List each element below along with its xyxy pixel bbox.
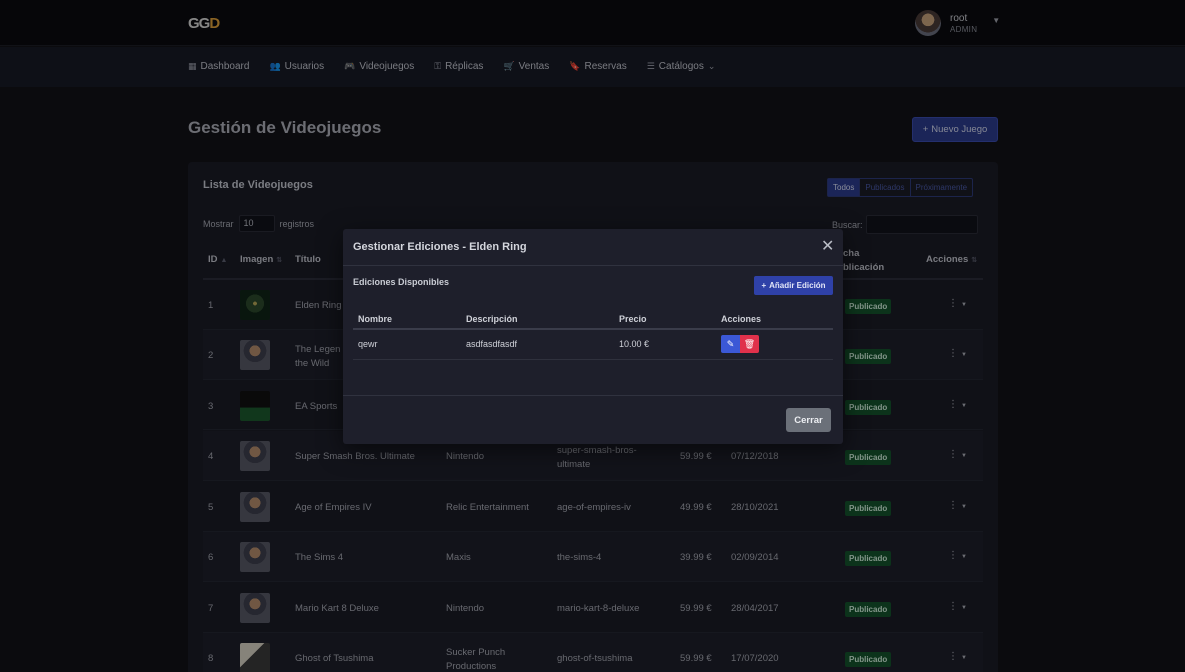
col-price: Precio — [619, 314, 647, 324]
edition-row: qewr asdfasdfasdf 10.00 € ✎ 🗑 — [353, 332, 833, 360]
edition-description: asdfasdfasdf — [466, 339, 518, 349]
col-name: Nombre — [358, 314, 393, 324]
editions-table-header: Nombre Descripción Precio Acciones — [353, 307, 833, 330]
trash-icon: 🗑 — [743, 338, 756, 349]
edition-name: qewr — [358, 339, 378, 349]
col-actions: Acciones — [721, 314, 762, 324]
delete-edition-button[interactable]: 🗑 — [740, 335, 759, 353]
close-icon[interactable]: ✕ — [821, 236, 834, 256]
add-edition-label: Añadir Edición — [769, 281, 826, 290]
modal-header-divider — [343, 265, 843, 266]
plus-icon: + — [761, 281, 767, 290]
editions-modal: Gestionar Ediciones - Elden Ring ✕ Edici… — [343, 229, 843, 444]
modal-title: Gestionar Ediciones - Elden Ring — [353, 241, 527, 253]
edition-price: 10.00 € — [619, 339, 650, 349]
modal-footer-divider — [343, 395, 843, 396]
col-description: Descripción — [466, 314, 518, 324]
close-modal-button[interactable]: Cerrar — [786, 408, 831, 432]
edit-edition-button[interactable]: ✎ — [721, 335, 740, 353]
add-edition-button[interactable]: + Añadir Edición — [754, 276, 833, 295]
pencil-icon: ✎ — [726, 338, 735, 349]
modal-subtitle: Ediciones Disponibles — [353, 277, 450, 287]
